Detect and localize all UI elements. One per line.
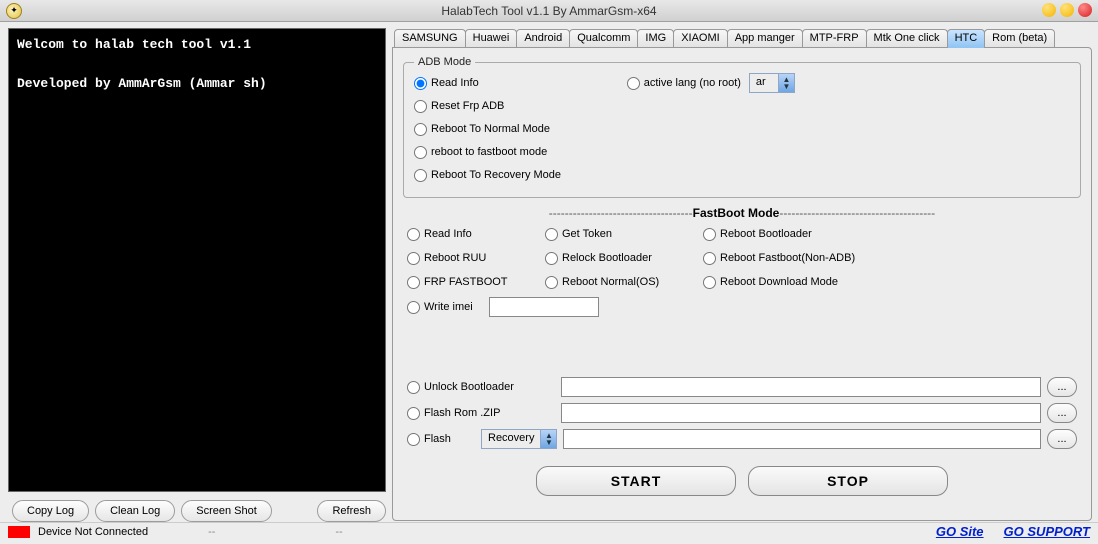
adb-mode-group: ADB Mode Read Info active lang (no root): [403, 56, 1081, 198]
clean-log-button[interactable]: Clean Log: [95, 500, 175, 522]
browse-unlock-button[interactable]: ...: [1047, 377, 1077, 397]
radio-fb-reboot-fastboot-nonadb[interactable]: Reboot Fastboot(Non-ADB): [703, 252, 1069, 265]
status-text: Device Not Connected: [38, 526, 148, 538]
tab-huawei[interactable]: Huawei: [465, 29, 518, 48]
copy-log-button[interactable]: Copy Log: [12, 500, 89, 522]
radio-active-lang[interactable]: active lang (no root): [627, 77, 741, 90]
radio-fb-write-imei[interactable]: Write imei: [407, 301, 473, 314]
radio-fb-reboot-normal-os[interactable]: Reboot Normal(OS): [545, 276, 695, 289]
refresh-button[interactable]: Refresh: [317, 500, 386, 522]
unlock-bootloader-path[interactable]: [561, 377, 1041, 397]
chevron-updown-icon: ▲▼: [540, 430, 556, 448]
tab-qualcomm[interactable]: Qualcomm: [569, 29, 638, 48]
go-support-link[interactable]: GO SUPPORT: [1004, 524, 1090, 539]
radio-fb-reboot-download[interactable]: Reboot Download Mode: [703, 276, 1069, 289]
tab-img[interactable]: IMG: [637, 29, 674, 48]
go-site-link[interactable]: GO Site: [936, 524, 984, 539]
radio-reboot-normal[interactable]: Reboot To Normal Mode: [414, 123, 550, 136]
radio-fb-get-token[interactable]: Get Token: [545, 228, 695, 241]
maximize-button[interactable]: [1060, 3, 1074, 17]
flash-type-select[interactable]: Recovery ▲▼: [481, 429, 557, 449]
radio-reset-frp-adb[interactable]: Reset Frp ADB: [414, 100, 504, 113]
flash-group: Unlock Bootloader ... Flash Rom .ZIP ...…: [403, 368, 1081, 452]
radio-fb-reboot-bootloader[interactable]: Reboot Bootloader: [703, 228, 1069, 241]
browse-rom-zip-button[interactable]: ...: [1047, 403, 1077, 423]
titlebar: ✦ HalabTech Tool v1.1 By AmmarGsm-x64: [0, 0, 1098, 22]
tab-android[interactable]: Android: [516, 29, 570, 48]
radio-unlock-bootloader[interactable]: Unlock Bootloader: [407, 381, 547, 394]
radio-read-info-adb[interactable]: Read Info: [414, 77, 479, 90]
stop-button[interactable]: STOP: [748, 466, 948, 496]
lang-select[interactable]: ar ▲▼: [749, 73, 795, 93]
log-console: Welcom to halab tech tool v1.1 Developed…: [8, 28, 386, 492]
radio-reboot-fastboot[interactable]: reboot to fastboot mode: [414, 146, 547, 159]
fastboot-title: ------------------------------------Fast…: [403, 206, 1081, 220]
flash-path[interactable]: [563, 429, 1041, 449]
radio-fb-reboot-ruu[interactable]: Reboot RUU: [407, 252, 537, 265]
adb-legend: ADB Mode: [414, 56, 475, 68]
status-dash-2: --: [335, 526, 342, 538]
connection-led-icon: [8, 526, 30, 538]
radio-flash-rom-zip[interactable]: Flash Rom .ZIP: [407, 407, 547, 420]
radio-reboot-recovery[interactable]: Reboot To Recovery Mode: [414, 169, 561, 182]
radio-fb-relock[interactable]: Relock Bootloader: [545, 252, 695, 265]
radio-fb-read-info[interactable]: Read Info: [407, 228, 537, 241]
window-controls: [1042, 3, 1092, 17]
tab-samsung[interactable]: SAMSUNG: [394, 29, 466, 48]
tab-strip: SAMSUNGHuaweiAndroidQualcommIMGXIAOMIApp…: [392, 28, 1092, 47]
screenshot-button[interactable]: Screen Shot: [181, 500, 272, 522]
start-button[interactable]: START: [536, 466, 736, 496]
tab-mtp-frp[interactable]: MTP-FRP: [802, 29, 867, 48]
fastboot-group: Read Info Get Token Reboot Bootloader Re…: [403, 222, 1081, 320]
tab-app-manger[interactable]: App manger: [727, 29, 803, 48]
status-bar: Device Not Connected -- -- GO Site GO SU…: [0, 522, 1098, 540]
status-dash: --: [208, 526, 215, 538]
tab-htc[interactable]: HTC: [947, 29, 986, 48]
close-button[interactable]: [1078, 3, 1092, 17]
flash-rom-zip-path[interactable]: [561, 403, 1041, 423]
chevron-updown-icon: ▲▼: [778, 74, 794, 92]
radio-fb-frp-fastboot[interactable]: FRP FASTBOOT: [407, 276, 537, 289]
app-icon: ✦: [6, 3, 22, 19]
tab-panel-htc: ADB Mode Read Info active lang (no root): [392, 47, 1092, 521]
window-title: HalabTech Tool v1.1 By AmmarGsm-x64: [0, 4, 1098, 18]
browse-flash-button[interactable]: ...: [1047, 429, 1077, 449]
minimize-button[interactable]: [1042, 3, 1056, 17]
imei-input[interactable]: [489, 297, 599, 317]
tab-xiaomi[interactable]: XIAOMI: [673, 29, 728, 48]
radio-flash[interactable]: Flash: [407, 433, 467, 446]
tab-mtk-one-click[interactable]: Mtk One click: [866, 29, 948, 48]
tab-rom-beta-[interactable]: Rom (beta): [984, 29, 1055, 48]
